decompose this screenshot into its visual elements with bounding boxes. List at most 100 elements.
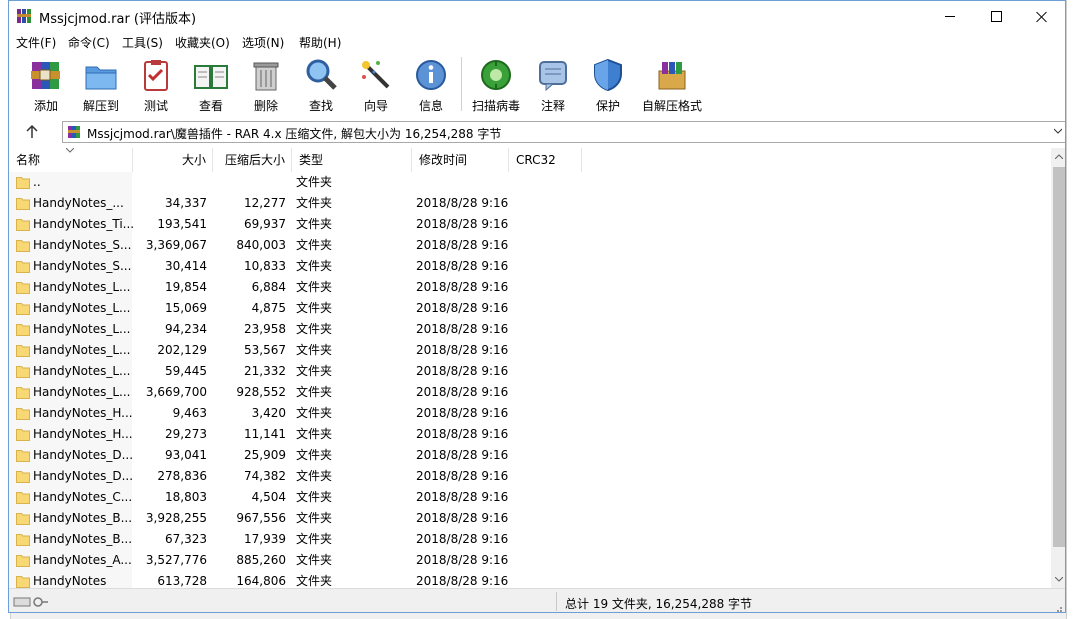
cell-packed: 3,420 [251, 406, 286, 420]
resize-grip-icon[interactable] [1053, 603, 1063, 613]
cell-modified: 2018/8/28 9:16 [416, 406, 509, 420]
path-field[interactable]: Mssjcjmod.rar\魔兽插件 - RAR 4.x 压缩文件, 解包大小为… [62, 121, 1065, 143]
menu-command[interactable]: 命令(C) [67, 34, 111, 51]
cell-type: 文件夹 [296, 532, 333, 546]
table-row[interactable]: HandyNotes_A... 3,527,776 885,260 文件夹 2018/8… [9, 550, 1051, 571]
scroll-up-button[interactable] [1051, 148, 1065, 165]
table-row[interactable]: .. 文件夹 [9, 172, 1051, 193]
cell-packed: 17,939 [244, 532, 286, 546]
table-row[interactable]: HandyNotes_L... 59,445 21,332 文件夹 2018/8/28 … [9, 361, 1051, 382]
view-button[interactable]: 查看 [184, 56, 238, 114]
folder-icon [16, 240, 30, 252]
cell-modified: 2018/8/28 9:16 [416, 196, 509, 210]
cell-modified: 2018/8/28 9:16 [416, 322, 509, 336]
table-row[interactable]: HandyNotes_D... 278,836 74,382 文件夹 2018/8/28… [9, 466, 1051, 487]
folder-icon [16, 219, 30, 231]
column-type[interactable]: 类型 [292, 148, 412, 172]
cell-packed: 4,504 [251, 490, 286, 504]
cell-packed: 885,260 [236, 553, 286, 567]
virus-scan-label: 扫描病毒 [471, 99, 520, 113]
menu-tools[interactable]: 工具(S) [121, 34, 164, 51]
maximize-icon [990, 11, 1002, 22]
column-modified[interactable]: 修改时间 [412, 148, 509, 172]
minimize-button[interactable] [927, 1, 973, 32]
magnifier-icon [306, 59, 337, 90]
column-crc[interactable]: CRC32 [509, 148, 582, 172]
up-arrow-icon[interactable] [23, 123, 41, 141]
file-list: 名称 大小 压缩后大小 类型 修改时间 CRC32 .. 文件夹 HandyNote… [9, 148, 1051, 588]
wizard-button[interactable]: 向导 [349, 56, 403, 114]
test-clipboard-icon [144, 60, 168, 91]
table-row[interactable]: HandyNotes_H... 9,463 3,420 文件夹 2018/8/28 9:… [9, 403, 1051, 424]
trash-icon [253, 62, 279, 91]
vertical-scrollbar[interactable] [1051, 148, 1065, 588]
maximize-button[interactable] [973, 1, 1019, 32]
table-row[interactable]: HandyNotes_C... 18,803 4,504 文件夹 2018/8/28 9… [9, 487, 1051, 508]
cell-name: .. [33, 175, 41, 189]
protect-button[interactable]: 保护 [581, 56, 635, 114]
comment-button[interactable]: 注释 [526, 56, 580, 114]
virus-scan-button[interactable]: 扫描病毒 [469, 56, 523, 114]
column-name[interactable]: 名称 [9, 148, 133, 172]
table-row[interactable]: HandyNotes_B... 3,928,255 967,556 文件夹 2018/8… [9, 508, 1051, 529]
menu-options[interactable]: 选项(N) [241, 34, 285, 51]
close-button[interactable] [1019, 1, 1065, 32]
folder-icon [16, 534, 30, 546]
sfx-button[interactable]: 自解压格式 [639, 56, 705, 114]
cell-modified: 2018/8/28 9:16 [416, 469, 509, 483]
table-row[interactable]: HandyNotes_S... 3,369,067 840,003 文件夹 2018/8… [9, 235, 1051, 256]
menu-favorites[interactable]: 收藏夹(O) [174, 34, 231, 51]
scroll-down-button[interactable] [1051, 571, 1065, 588]
cell-size: 193,541 [157, 217, 207, 231]
folder-icon [16, 513, 30, 525]
table-row[interactable]: HandyNotes_L... 202,129 53,567 文件夹 2018/8/28… [9, 340, 1051, 361]
table-row[interactable]: HandyNotes_L... 19,854 6,884 文件夹 2018/8/28 9… [9, 277, 1051, 298]
cell-packed: 53,567 [244, 343, 286, 357]
magic-wand-icon [362, 61, 390, 89]
info-button[interactable]: 信息 [404, 56, 458, 114]
comment-label: 注释 [540, 99, 565, 113]
test-button[interactable]: 测试 [129, 56, 183, 114]
chevron-down-icon[interactable] [1054, 127, 1062, 135]
folder-icon [16, 471, 30, 483]
cell-size [133, 172, 207, 193]
window-title: Mssjcjmod.rar (评估版本) [39, 12, 197, 27]
cell-packed: 23,958 [244, 322, 286, 336]
cell-size: 15,069 [165, 301, 207, 315]
cell-size: 59,445 [165, 364, 207, 378]
virus-scan-icon [481, 60, 511, 90]
table-row[interactable]: HandyNotes_B... 67,323 17,939 文件夹 2018/8/28 … [9, 529, 1051, 550]
folder-icon [16, 261, 30, 273]
extract-to-button[interactable]: 解压到 [74, 56, 128, 114]
table-row[interactable]: HandyNotes_H... 29,273 11,141 文件夹 2018/8/28 … [9, 424, 1051, 445]
table-row[interactable]: HandyNotes_L... 3,669,700 928,552 文件夹 2018/8… [9, 382, 1051, 403]
chevron-up-icon [1055, 154, 1063, 159]
toolbar-separator [461, 57, 462, 111]
cell-name: HandyNotes_... [33, 196, 124, 210]
column-packed[interactable]: 压缩后大小 [213, 148, 292, 172]
cell-name: HandyNotes [33, 574, 107, 588]
menu-file[interactable]: 文件(F) [15, 34, 57, 51]
shield-icon [594, 58, 622, 92]
add-button[interactable]: 添加 [19, 56, 73, 114]
column-size[interactable]: 大小 [133, 148, 213, 172]
table-row[interactable]: HandyNotes_L... 94,234 23,958 文件夹 2018/8/28 … [9, 319, 1051, 340]
cell-packed: 840,003 [236, 238, 286, 252]
table-row[interactable]: HandyNotes 613,728 164,806 文件夹 2018/8/28 9:1… [9, 571, 1051, 588]
table-row[interactable]: HandyNotes_D... 93,041 25,909 文件夹 2018/8/28 … [9, 445, 1051, 466]
cell-name: HandyNotes_H... [33, 427, 133, 441]
delete-button[interactable]: 删除 [239, 56, 293, 114]
table-row[interactable]: HandyNotes_Ti... 193,541 69,937 文件夹 2018/8/2… [9, 214, 1051, 235]
cell-packed: 928,552 [236, 385, 286, 399]
menu-help[interactable]: 帮助(H) [298, 34, 342, 51]
cell-name: HandyNotes_Ti... [33, 217, 133, 231]
cell-size: 30,414 [165, 259, 207, 273]
scroll-thumb[interactable] [1053, 167, 1065, 547]
chevron-down-icon [1055, 577, 1063, 582]
find-button[interactable]: 查找 [294, 56, 348, 114]
cell-packed: 25,909 [244, 448, 286, 462]
table-row[interactable]: HandyNotes_S... 30,414 10,833 文件夹 2018/8/28 … [9, 256, 1051, 277]
table-row[interactable]: HandyNotes_... 34,337 12,277 文件夹 2018/8/28 9… [9, 193, 1051, 214]
table-row[interactable]: HandyNotes_L... 15,069 4,875 文件夹 2018/8/28 9… [9, 298, 1051, 319]
folder-icon [16, 450, 30, 462]
